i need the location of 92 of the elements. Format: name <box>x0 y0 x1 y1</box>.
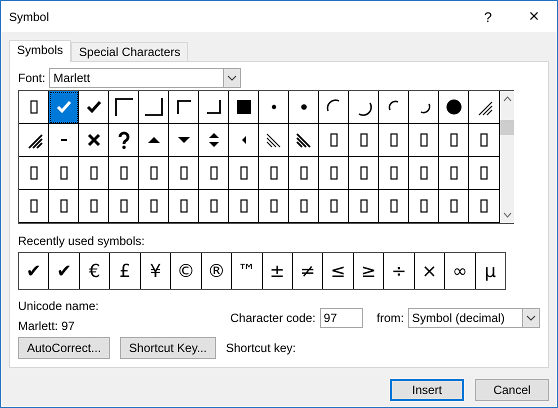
minus-icon <box>60 139 66 141</box>
symbol-cell[interactable] <box>259 91 289 124</box>
symbol-cell[interactable] <box>289 124 319 157</box>
symbol-cell[interactable] <box>199 157 229 190</box>
symbol-cell[interactable] <box>139 124 169 157</box>
dot-icon <box>300 104 306 110</box>
symbol-cell[interactable] <box>409 157 439 190</box>
symbol-cell[interactable] <box>379 91 409 124</box>
scrollbar[interactable] <box>500 91 514 223</box>
field-label: Shortcut key: <box>226 341 296 355</box>
symbol-cell[interactable] <box>259 157 289 190</box>
symbol-cell[interactable] <box>139 91 169 124</box>
chevron-down-icon <box>227 75 238 81</box>
dialog-button[interactable]: Insert <box>390 379 464 401</box>
scroll-thumb[interactable] <box>500 120 514 134</box>
character-code-field[interactable]: 97 <box>320 308 363 328</box>
symbol-cell[interactable] <box>109 157 139 190</box>
symbol-cell[interactable] <box>229 124 259 157</box>
symbol-cell[interactable] <box>49 124 79 157</box>
symbol-cell[interactable] <box>439 124 469 157</box>
help-button[interactable]: ? <box>465 8 511 24</box>
recent-symbol[interactable]: µ <box>476 253 505 289</box>
dialog-button[interactable]: Shortcut Key... <box>120 337 216 359</box>
symbol-cell[interactable] <box>139 157 169 190</box>
field-label: Character code: <box>230 311 316 325</box>
symbol-cell[interactable] <box>229 91 259 124</box>
symbol-cell[interactable] <box>169 91 199 124</box>
symbol-cell[interactable] <box>19 157 49 190</box>
symbol-cell[interactable] <box>319 190 349 223</box>
symbol-cell[interactable] <box>109 91 139 124</box>
window-title: Symbol <box>9 10 50 24</box>
corner-icon <box>144 97 164 117</box>
symbol-cell[interactable] <box>409 190 439 223</box>
dialog-button[interactable]: AutoCorrect... <box>18 337 110 359</box>
symbol-cell[interactable] <box>109 190 139 223</box>
symbol-cell[interactable] <box>199 124 229 157</box>
dialog-button[interactable]: Cancel <box>475 379 549 401</box>
field-label: Font: <box>18 71 46 85</box>
field-label: Unicode name: <box>18 299 99 313</box>
symbol-cell[interactable] <box>349 91 379 124</box>
symbol-cell[interactable] <box>79 157 109 190</box>
symbol-cell[interactable] <box>349 124 379 157</box>
symbol-cell[interactable] <box>319 157 349 190</box>
from-dropdown[interactable]: Symbol (decimal) <box>408 308 540 328</box>
symbol-cell[interactable] <box>289 91 319 124</box>
field-label: from: <box>376 311 404 325</box>
corner-icon <box>114 97 134 117</box>
symbol-cell[interactable] <box>49 157 79 190</box>
symbol-cell[interactable] <box>289 190 319 223</box>
symbol-cell[interactable] <box>109 124 139 157</box>
symbol-cell[interactable] <box>259 124 289 157</box>
symbol-cell[interactable] <box>139 190 169 223</box>
chevron-up-icon[interactable] <box>502 96 512 102</box>
tab[interactable]: Symbols <box>9 40 72 62</box>
symbol-cell[interactable] <box>229 190 259 223</box>
symbol-cell[interactable] <box>409 91 439 124</box>
symbol-cell[interactable] <box>19 190 49 223</box>
symbol-cell[interactable] <box>49 190 79 223</box>
symbol-cell[interactable] <box>439 91 469 124</box>
symbol-cell[interactable] <box>79 190 109 223</box>
symbol-cell[interactable] <box>199 190 229 223</box>
symbol-cell[interactable] <box>379 124 409 157</box>
symbol-cell[interactable] <box>19 124 49 157</box>
symbol-cell[interactable] <box>49 91 79 124</box>
symbol-cell[interactable] <box>79 124 109 157</box>
font-dropdown[interactable]: Marlett <box>49 68 242 88</box>
symbol-cell[interactable] <box>379 157 409 190</box>
symbol-cell[interactable] <box>349 190 379 223</box>
dot-icon <box>270 104 276 110</box>
symbol-cell[interactable] <box>439 190 469 223</box>
unicode-name: Marlett: 97 <box>18 319 76 333</box>
symbol-cell[interactable] <box>199 91 229 124</box>
symbol-cell[interactable] <box>319 91 349 124</box>
symbol-cell[interactable] <box>259 190 289 223</box>
symbol-cell[interactable] <box>169 157 199 190</box>
symbol-cell[interactable] <box>319 124 349 157</box>
symbol-cell[interactable] <box>169 124 199 157</box>
close-button[interactable]: × <box>511 6 557 27</box>
symbol-cell[interactable] <box>409 124 439 157</box>
chevron-down-icon <box>526 315 536 321</box>
symbol-cell[interactable] <box>349 157 379 190</box>
symbol-cell[interactable] <box>229 157 259 190</box>
symbol-cell[interactable] <box>439 157 469 190</box>
chevron-down-icon[interactable] <box>502 212 512 218</box>
triangle-icon <box>242 136 246 144</box>
symbol-cell[interactable] <box>169 190 199 223</box>
symbol-cell[interactable] <box>379 190 409 223</box>
section-label: Recently used symbols: <box>18 234 146 248</box>
symbol-cell[interactable] <box>79 91 109 124</box>
tab[interactable]: Special Characters <box>71 42 188 61</box>
circle-icon <box>444 97 464 117</box>
symbol-cell[interactable] <box>289 157 319 190</box>
